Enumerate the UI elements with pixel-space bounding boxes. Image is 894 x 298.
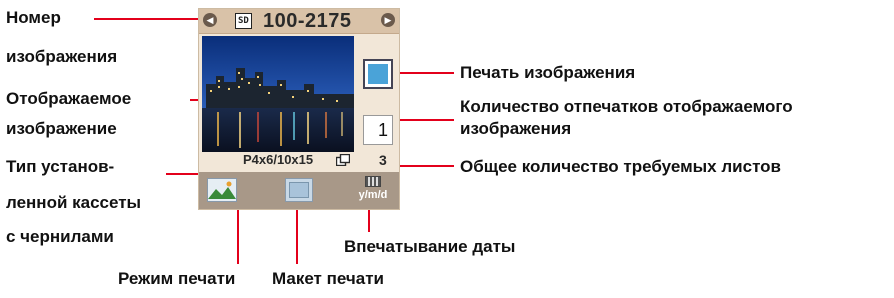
prev-image-icon[interactable]: ◀ — [203, 13, 217, 27]
total-sheets-count: 3 — [379, 152, 387, 168]
print-selected-indicator — [368, 64, 388, 84]
callout-print-layout: Макет печати — [272, 269, 385, 288]
callout-cassette-type-line2: ленной кассеты — [6, 193, 142, 212]
leader-total-sheets — [394, 165, 454, 167]
sd-card-icon: SD — [235, 13, 252, 29]
callout-print-mode: Режим печати — [118, 269, 236, 288]
screen-top-bar: ◀ SD 100-2175 ▶ — [199, 9, 399, 34]
callout-total-sheets: Общее количество требуемых листов — [460, 157, 781, 176]
callout-copies-line2: изображения — [460, 119, 572, 138]
date-format-label: y/m/d — [358, 189, 388, 201]
callout-image-number-line2: изображения — [6, 47, 118, 66]
print-image-checkbox[interactable] — [363, 59, 393, 89]
copies-count-field[interactable]: 1 — [363, 115, 393, 145]
next-image-icon[interactable]: ▶ — [381, 13, 395, 27]
printer-lcd-screen: ◀ SD 100-2175 ▶ 1 P4x6/10x15 3 y/m/d — [198, 8, 400, 210]
landscape-photo-icon — [208, 179, 236, 201]
callout-displayed-image-line2: изображение — [6, 119, 117, 138]
callout-cassette-type-line3: с чернилами — [6, 227, 114, 246]
callout-cassette-type-line1: Тип установ- — [6, 157, 115, 176]
city-night-photo — [202, 36, 354, 152]
layout-borderless-icon — [289, 182, 309, 198]
callout-image-number-line1: Номер — [6, 8, 61, 27]
callout-date-print: Впечатывание даты — [344, 237, 516, 256]
screen-bottom-bar: y/m/d — [199, 172, 399, 209]
displayed-image — [202, 36, 354, 152]
date-imprint-button[interactable]: y/m/d — [355, 176, 391, 206]
cassette-type-label: P4x6/10x15 — [243, 152, 314, 167]
callout-displayed-image-line1: Отображаемое — [6, 89, 132, 108]
callout-copies-line1: Количество отпечатков отображаемого — [460, 97, 793, 116]
cassette-icon — [336, 154, 350, 166]
print-mode-button[interactable] — [207, 178, 237, 202]
calendar-icon — [365, 176, 381, 187]
print-layout-button[interactable] — [285, 178, 313, 202]
image-number: 100-2175 — [263, 10, 352, 32]
callout-print-image: Печать изображения — [460, 63, 636, 82]
